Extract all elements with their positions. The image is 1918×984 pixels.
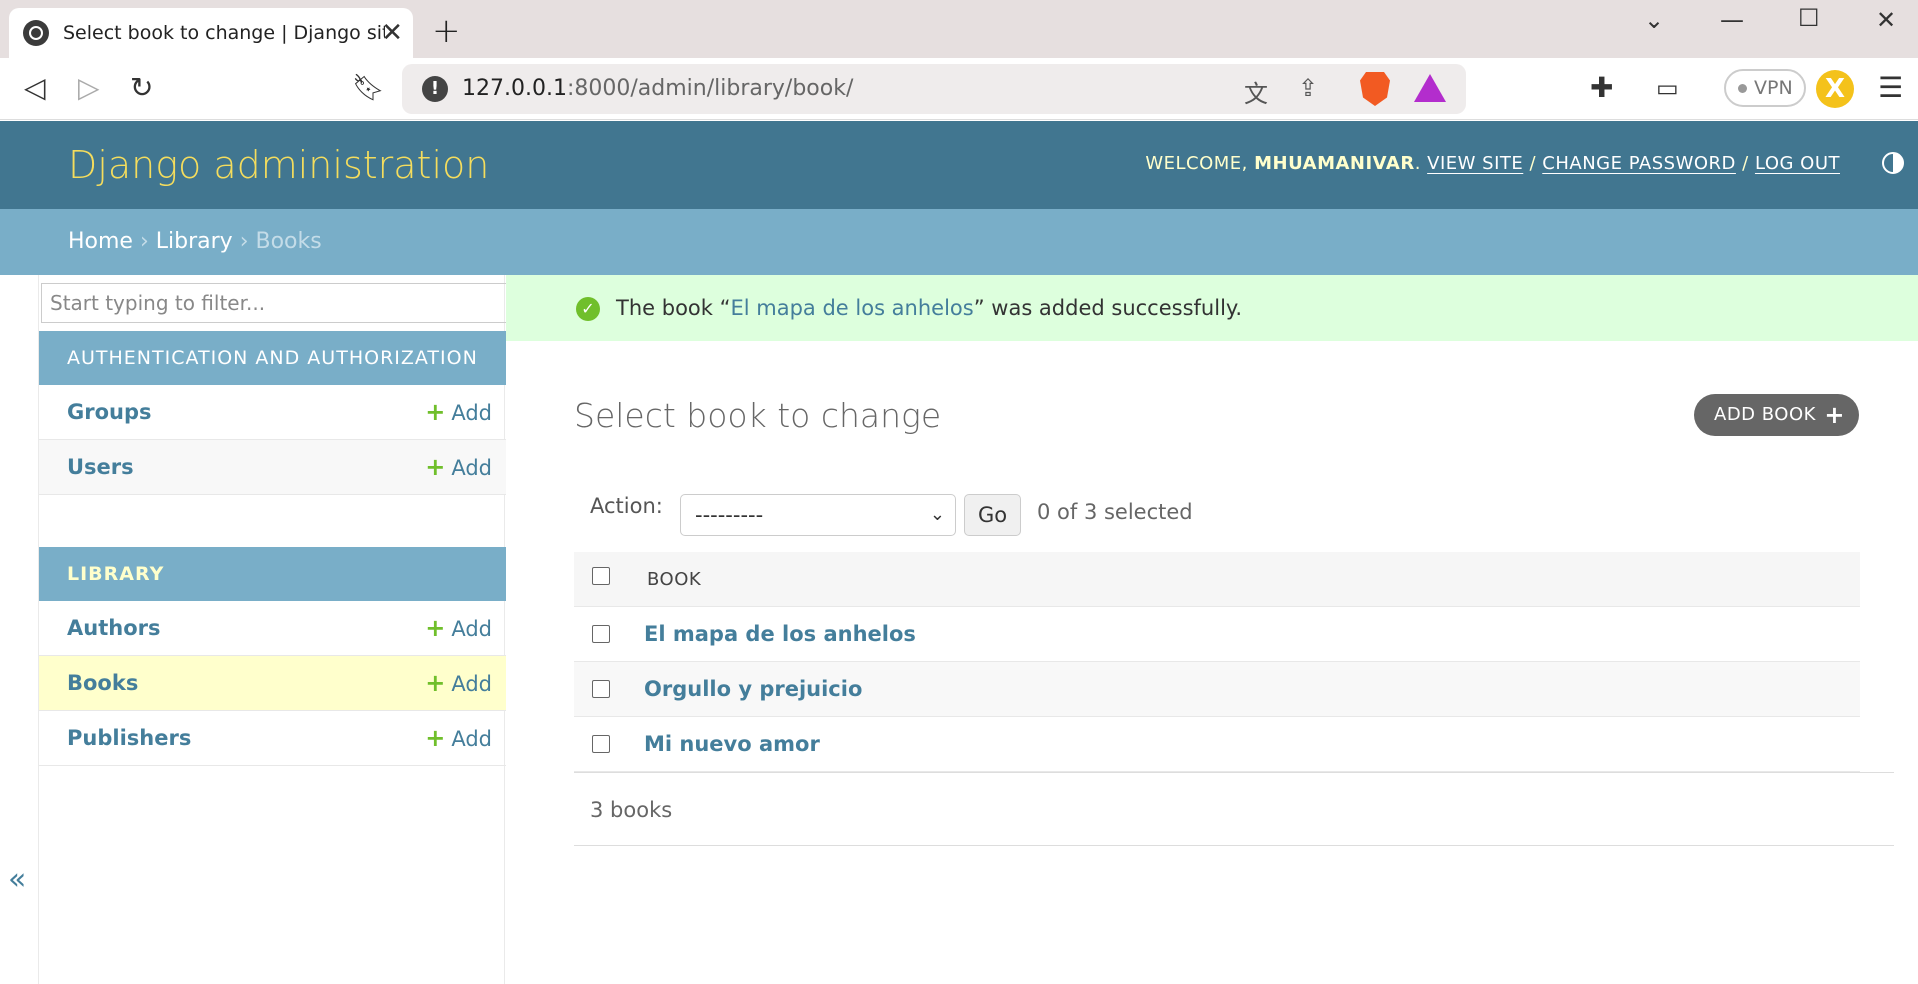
nav-filter-input[interactable]: Start typing to filter... — [41, 283, 507, 323]
sidebar-item-users: Users + Add — [39, 440, 506, 495]
model-link-books[interactable]: Books — [67, 671, 138, 695]
action-label: Action: — [590, 494, 663, 518]
model-link-publishers[interactable]: Publishers — [67, 726, 191, 750]
app-caption-auth[interactable]: AUTHENTICATION AND AUTHORIZATION — [39, 331, 506, 385]
add-publishers-link[interactable]: + Add — [425, 711, 492, 766]
add-books-link[interactable]: + Add — [425, 656, 492, 711]
action-selected-value: --------- — [695, 503, 764, 527]
browser-tab[interactable]: Select book to change | Django site admi… — [9, 8, 413, 58]
row-checkbox[interactable] — [592, 680, 610, 698]
model-link-authors[interactable]: Authors — [67, 616, 160, 640]
row-checkbox[interactable] — [592, 735, 610, 753]
plus-icon: + — [1824, 401, 1845, 429]
plus-icon: + — [425, 669, 446, 697]
table-row: Orgullo y prejuicio — [574, 662, 1860, 717]
brave-shields-icon[interactable] — [1360, 72, 1390, 106]
wallet-icon[interactable]: ▭ — [1656, 72, 1679, 104]
site-header: Django administration WELCOME, MHUAMANIV… — [0, 121, 1918, 209]
breadcrumb-library[interactable]: Library — [156, 229, 233, 254]
view-site-link[interactable]: VIEW SITE — [1427, 153, 1523, 174]
table-row: El mapa de los anhelos — [574, 607, 1860, 662]
brave-rewards-icon[interactable] — [1414, 74, 1446, 102]
user-tools: WELCOME, MHUAMANIVAR. VIEW SITE / CHANGE… — [1145, 153, 1840, 174]
theme-toggle-icon[interactable] — [1882, 152, 1904, 174]
maximize-icon[interactable]: ☐ — [1798, 4, 1820, 32]
table-row: Mi nuevo amor — [574, 717, 1860, 772]
select-all-checkbox[interactable] — [592, 567, 610, 585]
book-link[interactable]: El mapa de los anhelos — [644, 607, 916, 662]
app-caption-library[interactable]: LIBRARY — [39, 547, 506, 601]
sidebar-item-groups: Groups + Add — [39, 385, 506, 440]
result-list: BOOK El mapa de los anhelos Orgullo y pr… — [574, 552, 1860, 772]
profile-avatar[interactable]: X — [1816, 70, 1854, 108]
site-branding[interactable]: Django administration — [68, 143, 489, 187]
new-tab-icon[interactable]: + — [432, 14, 461, 48]
chevron-down-icon: ⌄ — [929, 504, 945, 525]
vpn-button[interactable]: VPN — [1724, 69, 1806, 107]
address-bar[interactable]: ! 127.0.0.1:8000/admin/library/book/ 文 ⇪ — [402, 64, 1466, 114]
plus-icon: + — [425, 724, 446, 752]
add-groups-link[interactable]: + Add — [425, 385, 492, 440]
site-info-icon[interactable]: ! — [422, 76, 448, 102]
extensions-icon[interactable]: ✚ — [1590, 72, 1613, 104]
check-circle-icon: ✓ — [576, 297, 600, 321]
breadcrumb-separator: › — [232, 229, 256, 254]
add-book-button[interactable]: ADD BOOK + — [1694, 394, 1859, 436]
add-authors-link[interactable]: + Add — [425, 601, 492, 656]
breadcrumb-current: Books — [255, 229, 322, 254]
separator: / — [1735, 153, 1755, 174]
change-password-link[interactable]: CHANGE PASSWORD — [1542, 153, 1736, 174]
sidebar-item-publishers: Publishers + Add — [39, 711, 506, 766]
browser-toolbar: ◁ ▷ ↻ 🔖︎ ! 127.0.0.1:8000/admin/library/… — [0, 58, 1918, 120]
tab-close-icon[interactable]: ✕ — [381, 18, 403, 48]
tab-title: Select book to change | Django site admi… — [63, 22, 385, 44]
plus-icon: + — [425, 453, 446, 481]
minimize-icon[interactable]: — — [1720, 6, 1744, 34]
message-suffix: ” was added successfully. — [973, 296, 1243, 320]
close-window-icon[interactable]: ✕ — [1876, 6, 1896, 34]
table-header: BOOK — [574, 552, 1860, 607]
success-message: ✓ The book “El mapa de los anhelos” was … — [506, 275, 1918, 341]
message-prefix: The book “ — [616, 296, 731, 320]
book-link[interactable]: Mi nuevo amor — [644, 717, 820, 772]
share-icon[interactable]: ⇪ — [1298, 74, 1318, 102]
paginator: 3 books — [574, 772, 1894, 846]
tab-list-chevron-icon[interactable]: ⌄ — [1644, 6, 1664, 34]
page-title: Select book to change — [574, 396, 942, 435]
action-select[interactable]: --------- ⌄ — [680, 494, 956, 536]
go-button[interactable]: Go — [964, 494, 1021, 536]
breadcrumb-home[interactable]: Home — [68, 229, 133, 254]
column-header-book[interactable]: BOOK — [647, 552, 701, 607]
add-book-label: ADD BOOK — [1714, 404, 1816, 425]
bookmark-icon[interactable]: 🔖︎ — [352, 72, 385, 104]
breadcrumb-separator: › — [132, 229, 156, 254]
globe-icon — [23, 20, 49, 46]
sidebar-item-books: Books + Add — [39, 656, 506, 711]
plus-icon: + — [425, 614, 446, 642]
url-text[interactable]: 127.0.0.1:8000/admin/library/book/ — [462, 76, 853, 101]
welcome-text: WELCOME, — [1145, 153, 1255, 174]
separator: / — [1523, 153, 1543, 174]
username: MHUAMANIVAR — [1254, 153, 1415, 174]
back-icon[interactable]: ◁ — [24, 72, 46, 104]
model-link-groups[interactable]: Groups — [67, 400, 152, 424]
message-book-link[interactable]: El mapa de los anhelos — [730, 296, 973, 320]
toggle-sidebar-button[interactable]: « — [8, 862, 26, 897]
plus-icon: + — [425, 398, 446, 426]
nav-sidebar: Start typing to filter... AUTHENTICATION… — [38, 275, 507, 984]
log-out-link[interactable]: LOG OUT — [1755, 153, 1840, 174]
book-link[interactable]: Orgullo y prejuicio — [644, 662, 862, 717]
add-users-link[interactable]: + Add — [425, 440, 492, 495]
translate-icon[interactable]: 文 — [1244, 74, 1268, 109]
selection-counter: 0 of 3 selected — [1037, 500, 1193, 524]
browser-tabbar: Select book to change | Django site admi… — [0, 0, 1918, 58]
menu-icon[interactable]: ☰ — [1878, 72, 1903, 104]
reload-icon[interactable]: ↻ — [130, 72, 153, 104]
row-checkbox[interactable] — [592, 625, 610, 643]
sidebar-item-authors: Authors + Add — [39, 601, 506, 656]
breadcrumb: Home › Library › Books — [0, 209, 1918, 275]
model-link-users[interactable]: Users — [67, 455, 134, 479]
forward-icon[interactable]: ▷ — [78, 72, 100, 104]
